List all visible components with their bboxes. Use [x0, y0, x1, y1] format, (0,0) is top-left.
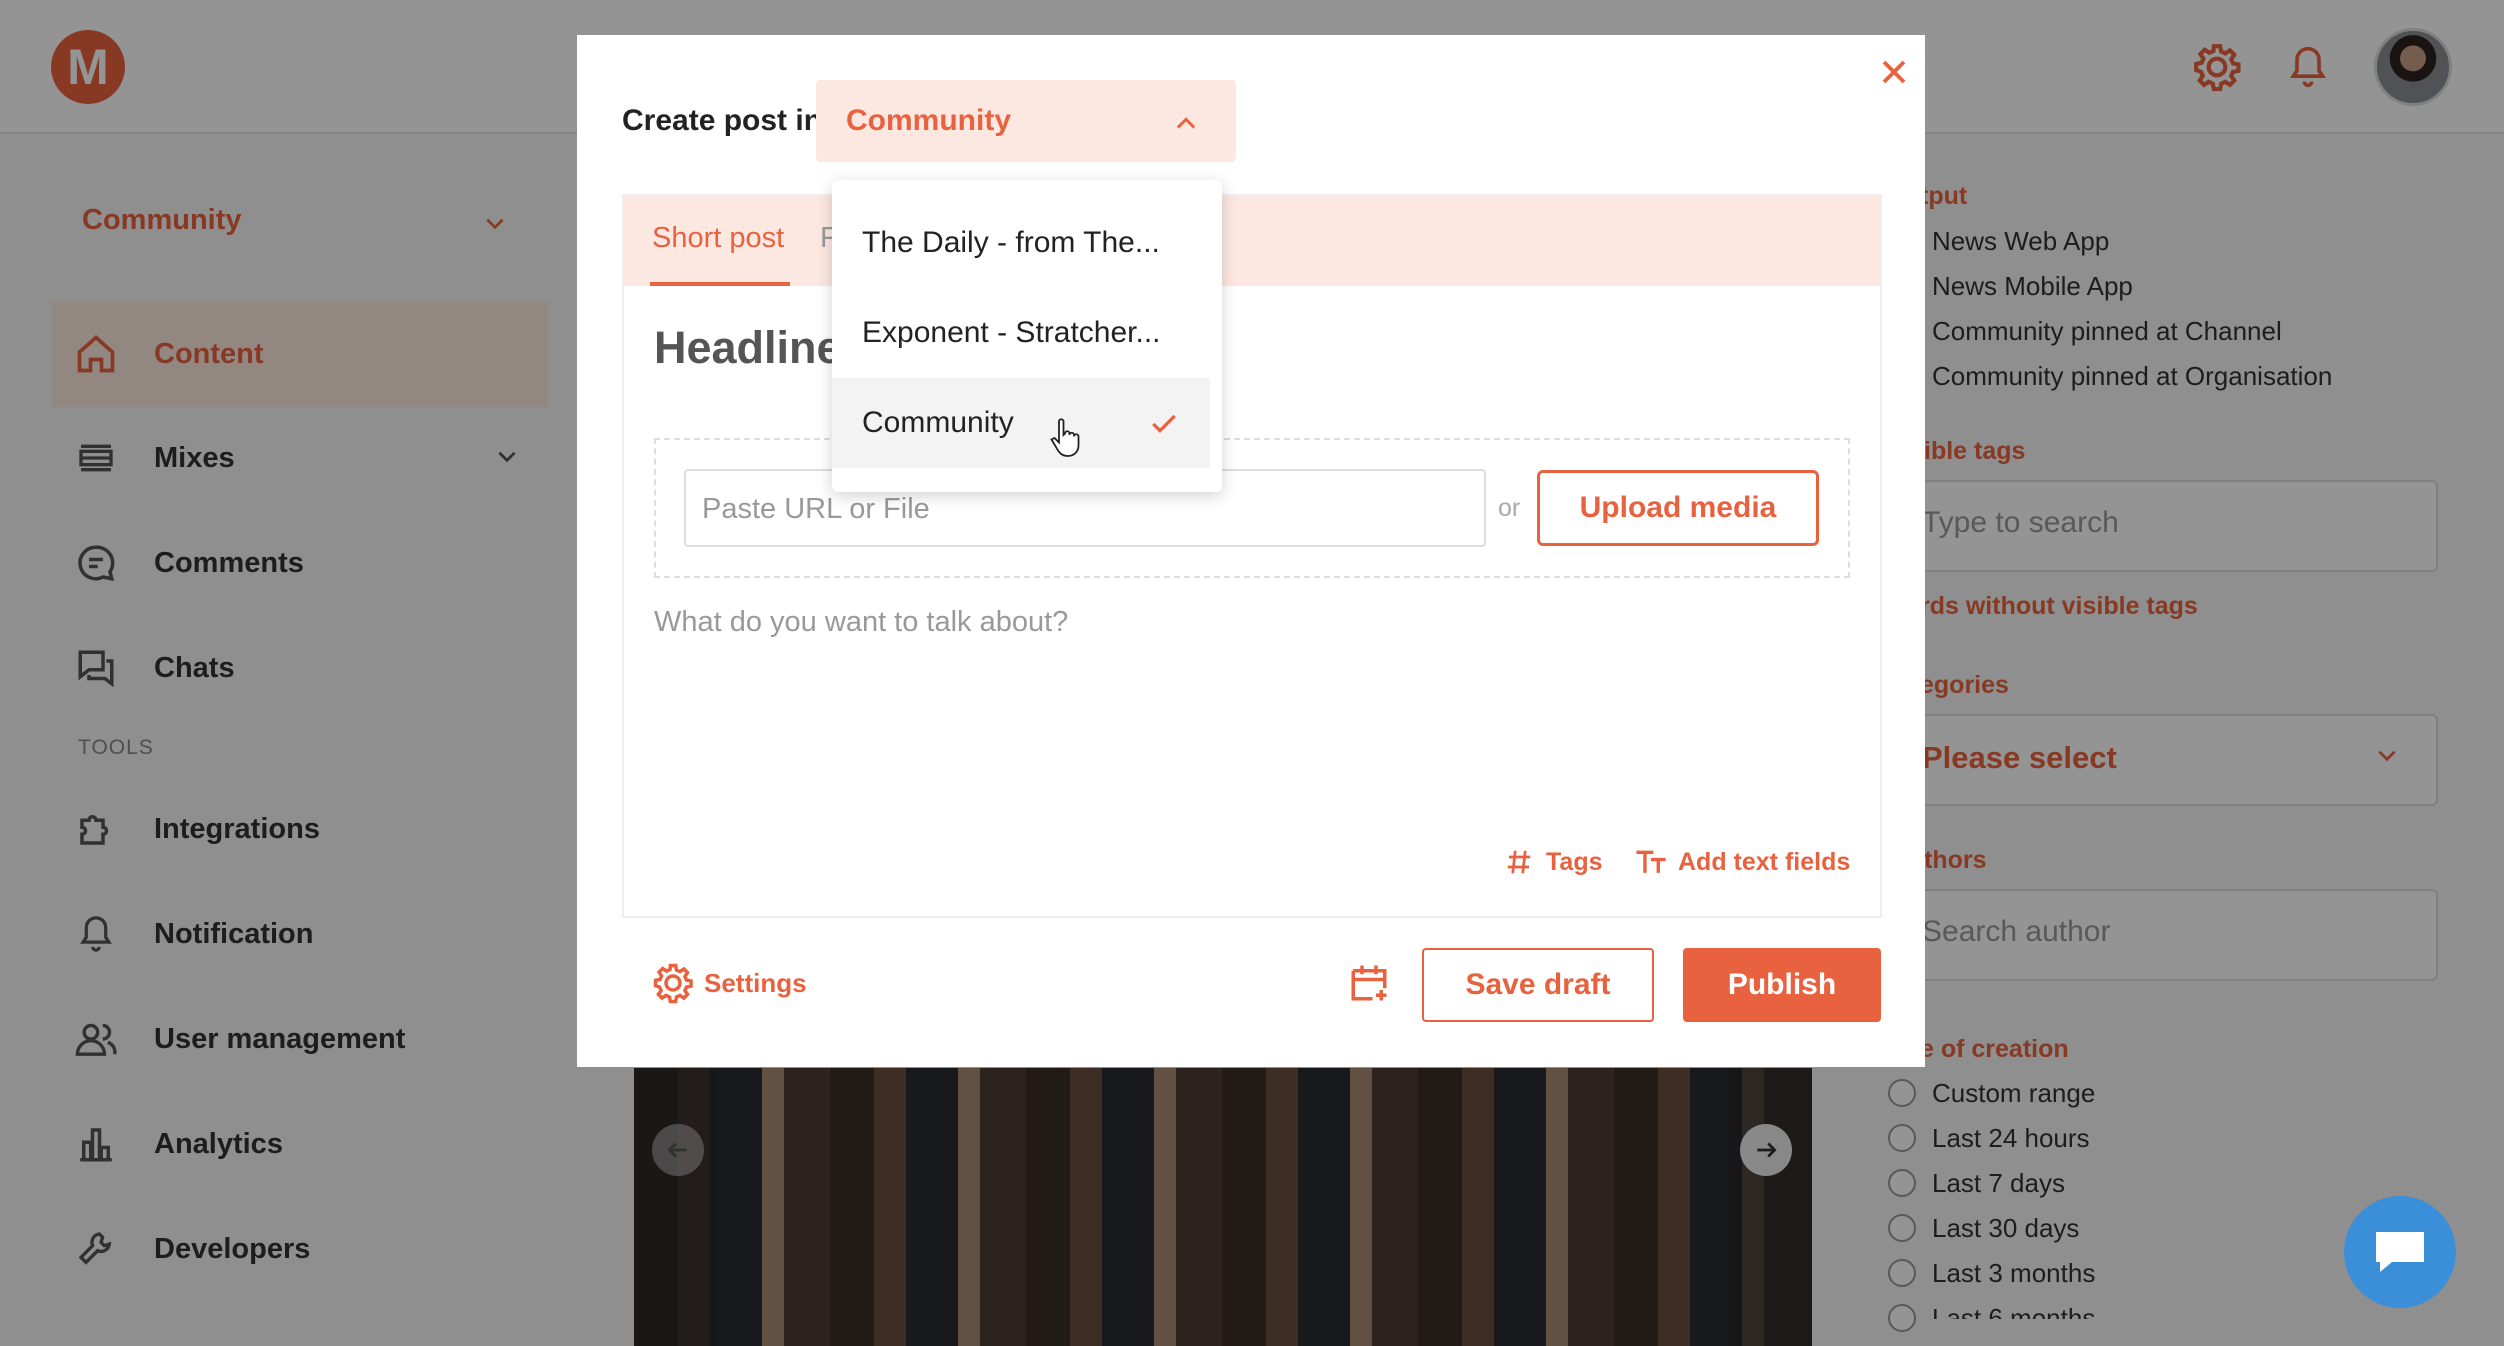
post-body-input[interactable]: What do you want to talk about?: [654, 606, 1068, 639]
tags-button[interactable]: Tags: [1504, 847, 1603, 877]
dropdown-option[interactable]: Exponent - Stratcher...: [832, 288, 1210, 378]
add-text-fields-button[interactable]: Add text fields: [1634, 847, 1850, 877]
close-icon[interactable]: [1868, 46, 1920, 98]
text-size-icon: [1634, 847, 1668, 877]
dropdown-option[interactable]: The Daily - from The...: [832, 198, 1210, 288]
save-draft-button[interactable]: Save draft: [1422, 948, 1654, 1022]
hand-cursor-icon: [1050, 418, 1080, 458]
calendar-add-icon[interactable]: [1348, 962, 1392, 1006]
hash-icon: [1504, 847, 1534, 877]
settings-button[interactable]: Settings: [652, 962, 807, 1004]
add-text-fields-label: Add text fields: [1678, 847, 1851, 876]
active-tab-indicator: [650, 282, 790, 286]
tags-label: Tags: [1546, 847, 1603, 876]
chevron-up-icon[interactable]: [1172, 110, 1200, 138]
publish-button[interactable]: Publish: [1683, 948, 1881, 1022]
create-post-label: Create post in: [622, 104, 823, 137]
chat-support-button[interactable]: [2344, 1196, 2456, 1308]
or-label: or: [1498, 494, 1521, 522]
post-type-tabs: [624, 196, 1880, 286]
gear-icon: [652, 962, 694, 1004]
headline-input[interactable]: Headline: [654, 322, 842, 374]
settings-label: Settings: [704, 967, 807, 998]
check-icon: [1148, 408, 1180, 440]
tab-short-post[interactable]: Short post: [652, 222, 784, 255]
upload-media-button[interactable]: Upload media: [1537, 470, 1819, 546]
channel-select-value[interactable]: Community: [846, 104, 1011, 138]
